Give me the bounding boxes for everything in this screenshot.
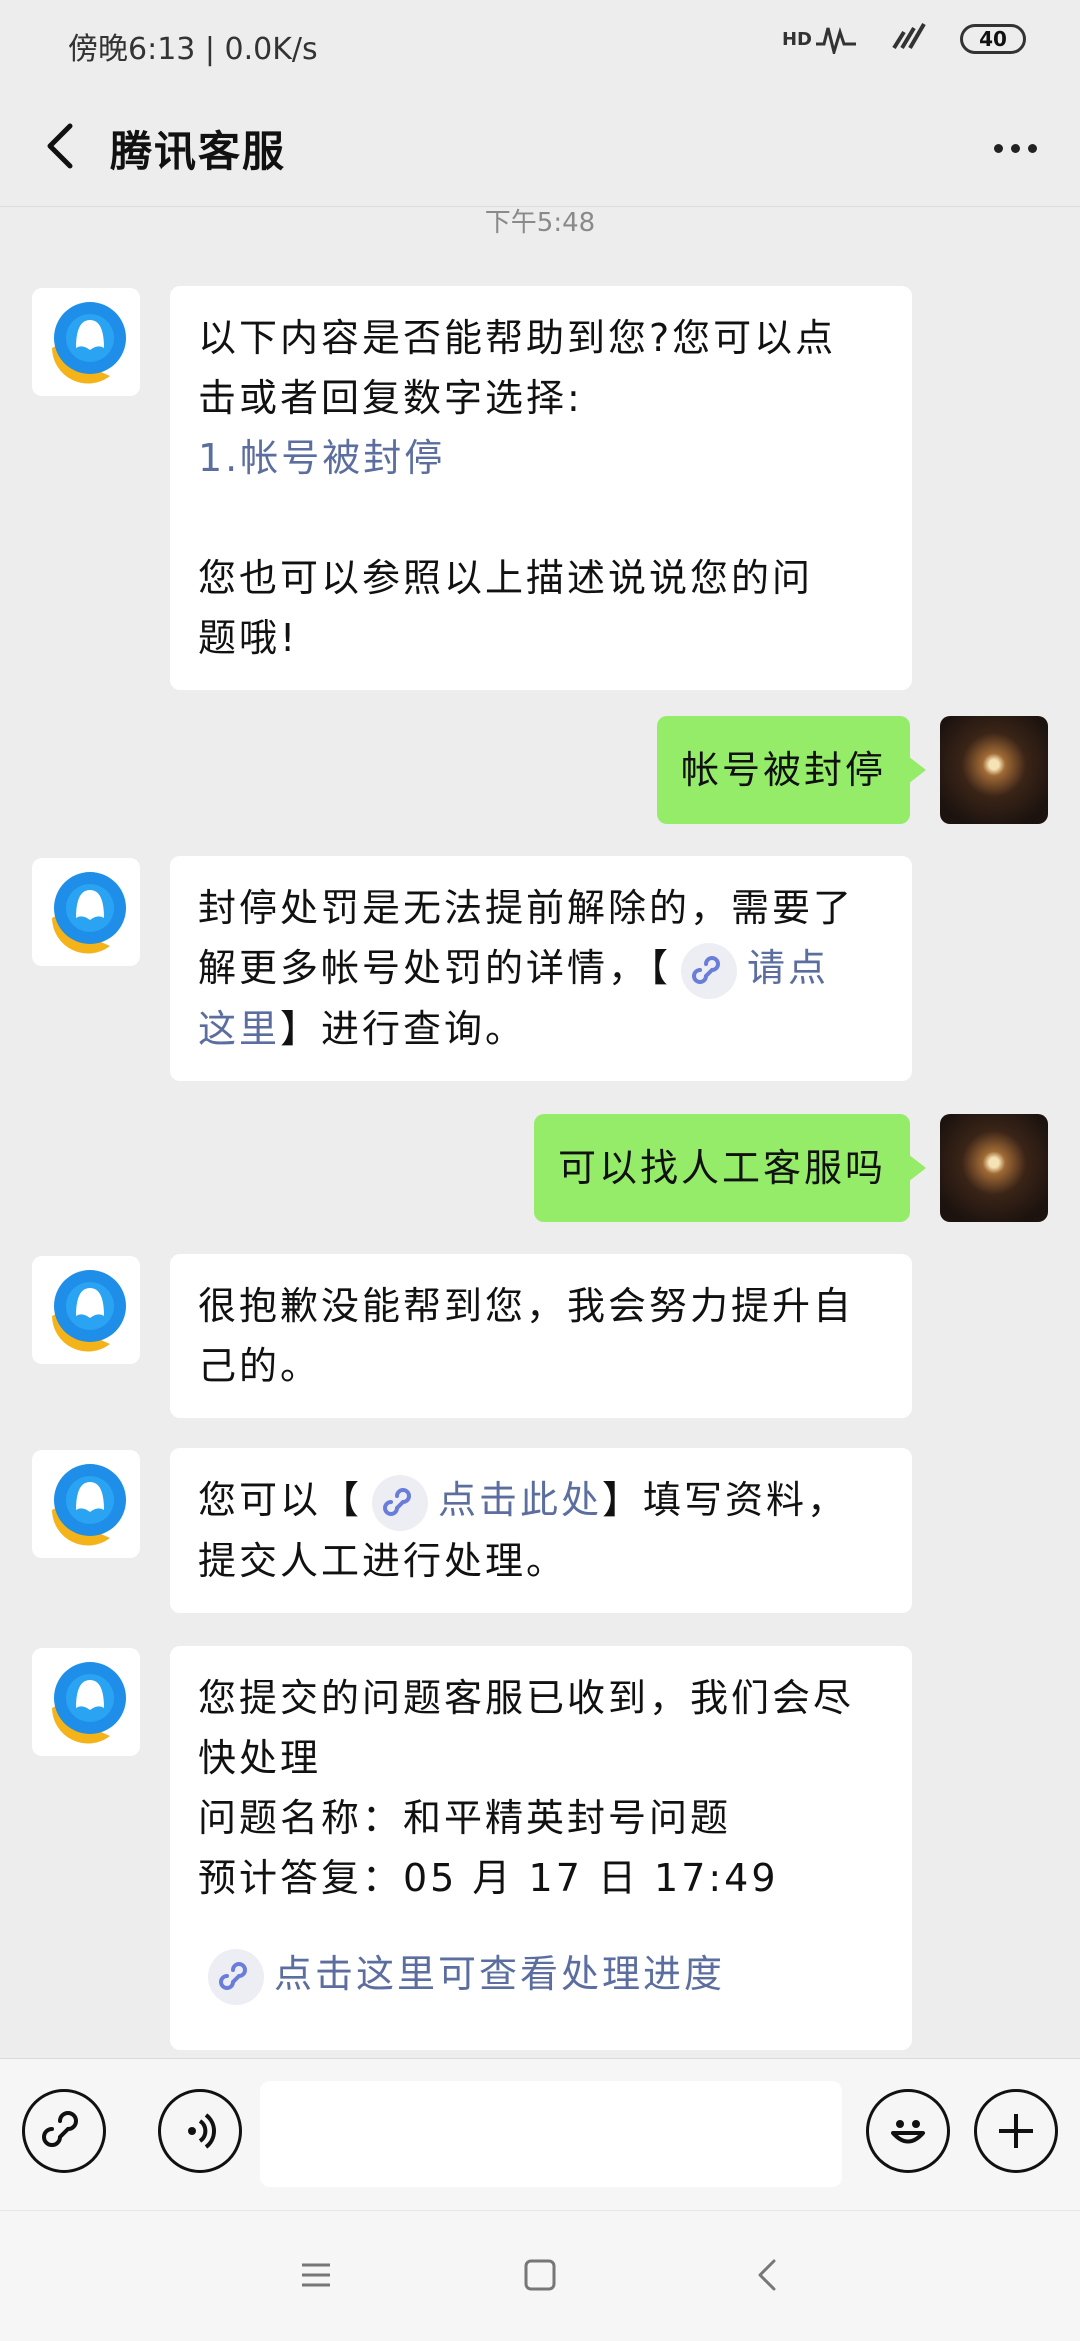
- message-input[interactable]: [260, 2081, 842, 2187]
- user-avatar[interactable]: [940, 1114, 1048, 1222]
- hd-label: HD: [781, 28, 812, 50]
- back-button[interactable]: [34, 116, 94, 176]
- home-square-icon: [524, 2259, 556, 2291]
- user-avatar[interactable]: [940, 716, 1048, 824]
- option-link-1[interactable]: 1.帐号被封停: [198, 428, 884, 488]
- battery-icon: 40: [960, 24, 1026, 54]
- progress-link[interactable]: 点击这里可查看处理进度: [274, 1952, 725, 1996]
- status-icons: HD 40: [782, 22, 1026, 56]
- bot-message-options: 以下内容是否能帮助到您?您可以点 击或者回复数字选择: 1.帐号被封停 您也可以…: [170, 286, 912, 690]
- hd-signal-icon: HD: [782, 24, 856, 54]
- more-button[interactable]: [980, 118, 1050, 178]
- qq-logo-icon: [52, 1270, 126, 1352]
- bot-avatar[interactable]: [32, 1256, 140, 1364]
- mini-program-button[interactable]: [22, 2089, 106, 2173]
- bot-message-penalty: 封停处罚是无法提前解除的，需要了 解更多帐号处罚的详情，【 请点 这里】进行查询。: [170, 856, 912, 1081]
- chat-title: 腾讯客服: [110, 127, 287, 176]
- more-dots-icon: [993, 143, 1003, 153]
- wifi-icon: [890, 22, 926, 56]
- qq-logo-icon: [52, 872, 126, 954]
- link-chain-icon[interactable]: [681, 942, 738, 999]
- query-link-cont[interactable]: 这里: [198, 1007, 280, 1051]
- user-message: 可以找人工客服吗: [533, 1114, 927, 1222]
- voice-icon: [188, 2113, 216, 2149]
- bot-message-manual: 您可以【 点击此处】填写资料， 提交人工进行处理。: [170, 1448, 912, 1613]
- bot-avatar[interactable]: [32, 1450, 140, 1558]
- link-chain-icon[interactable]: [208, 1948, 264, 2005]
- input-bar: [0, 2058, 1080, 2211]
- qq-logo-icon: [52, 1662, 126, 1744]
- battery-level: 40: [979, 27, 1007, 51]
- link-chain-icon[interactable]: [372, 1474, 429, 1531]
- back-triangle-icon: [758, 2259, 776, 2291]
- add-button[interactable]: [974, 2089, 1058, 2173]
- plus-icon: [999, 2114, 1033, 2148]
- status-time-speed: 傍晚6:13 | 0.0K/s: [68, 32, 318, 67]
- voice-button[interactable]: [158, 2089, 242, 2173]
- chevron-left-icon: [47, 123, 73, 169]
- bot-avatar[interactable]: [32, 1648, 140, 1756]
- status-bar: 傍晚6:13 | 0.0K/s HD 40: [0, 0, 1080, 88]
- bot-message-ticket: 您提交的问题客服已收到，我们会尽 快处理 问题名称：和平精英封号问题 预计答复：…: [170, 1646, 912, 2050]
- qq-logo-icon: [52, 1464, 126, 1546]
- home-button[interactable]: [522, 2257, 558, 2297]
- system-nav-bar: [0, 2210, 1080, 2341]
- emoji-icon: [891, 2120, 925, 2144]
- emoji-button[interactable]: [866, 2089, 950, 2173]
- menu-icon: [302, 2263, 330, 2287]
- bot-message-sorry: 很抱歉没能帮到您，我会努力提升自 己的。: [170, 1254, 912, 1418]
- chat-header: 腾讯客服: [0, 88, 1080, 207]
- query-link[interactable]: 请点: [747, 946, 829, 990]
- message-timestamp: 下午5:48: [484, 208, 596, 238]
- bot-avatar[interactable]: [32, 288, 140, 396]
- nav-back-button[interactable]: [750, 2257, 786, 2297]
- link-chain-icon: [42, 2111, 78, 2147]
- qq-logo-icon: [52, 302, 126, 384]
- fill-form-link[interactable]: 点击此处: [438, 1478, 602, 1522]
- menu-button[interactable]: [298, 2257, 334, 2297]
- bot-avatar[interactable]: [32, 858, 140, 966]
- user-message: 帐号被封停: [656, 716, 927, 824]
